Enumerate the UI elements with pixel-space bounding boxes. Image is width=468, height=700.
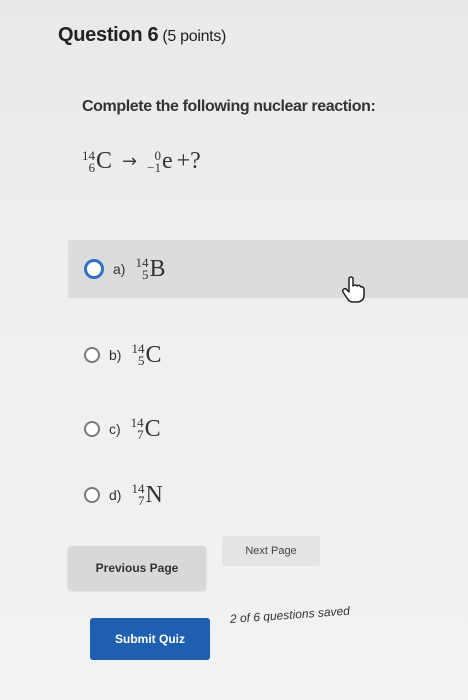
option-c-atomic: 7 — [137, 427, 144, 442]
option-nuclide-d: 14 7 N — [131, 482, 162, 509]
unknown-product: +? — [176, 148, 201, 174]
save-status: 2 of 6 questions saved — [229, 603, 351, 626]
reactant-symbol: C — [96, 148, 113, 174]
reactant-atomic-number: 6 — [88, 159, 96, 175]
option-d-atomic: 7 — [137, 493, 145, 508]
option-letter-b: b) — [109, 347, 122, 363]
option-b-atomic: 5 — [137, 353, 145, 368]
answer-option-d[interactable]: d) 14 7 N — [68, 466, 468, 524]
option-a-atomic: 5 — [141, 267, 149, 282]
previous-page-button[interactable]: Previous Page — [68, 546, 206, 590]
answer-option-c[interactable]: c) 14 7 C — [68, 400, 468, 458]
option-letter-c: c) — [109, 421, 121, 437]
radio-button-b[interactable] — [84, 347, 100, 363]
reaction-equation: 14 6 C → 0 −1 e +? — [82, 148, 201, 175]
next-page-button[interactable]: Next Page — [222, 536, 320, 566]
option-c-symbol: C — [144, 415, 161, 442]
option-a-symbol: B — [149, 255, 166, 282]
option-letter-d: d) — [109, 487, 122, 503]
hand-pointer-icon — [341, 276, 365, 303]
radio-button-a[interactable] — [84, 259, 104, 279]
question-title: Question 6 (5 points) — [58, 24, 226, 47]
reaction-arrow: → — [122, 151, 138, 172]
radio-button-d[interactable] — [84, 487, 100, 503]
option-letter-a: a) — [113, 261, 126, 277]
product-symbol: e — [161, 148, 173, 174]
product-nuclide: 0 −1 e — [147, 148, 173, 175]
question-points: (5 points) — [162, 28, 227, 45]
option-b-symbol: C — [145, 341, 162, 368]
question-number: Question 6 — [58, 24, 159, 46]
answer-option-a[interactable]: a) 14 5 B — [68, 240, 468, 298]
submit-quiz-button[interactable]: Submit Quiz — [90, 618, 210, 660]
option-d-symbol: N — [145, 481, 163, 508]
radio-button-c[interactable] — [84, 421, 100, 437]
reactant-nuclide: 14 6 C — [82, 148, 112, 175]
question-prompt: Complete the following nuclear reaction: — [82, 98, 376, 115]
option-nuclide-c: 14 7 C — [131, 416, 161, 443]
answer-option-b[interactable]: b) 14 5 C — [68, 326, 468, 384]
product-atomic-number: −1 — [147, 159, 161, 175]
option-nuclide-a: 14 5 B — [135, 256, 165, 283]
option-nuclide-b: 14 5 C — [131, 342, 161, 369]
